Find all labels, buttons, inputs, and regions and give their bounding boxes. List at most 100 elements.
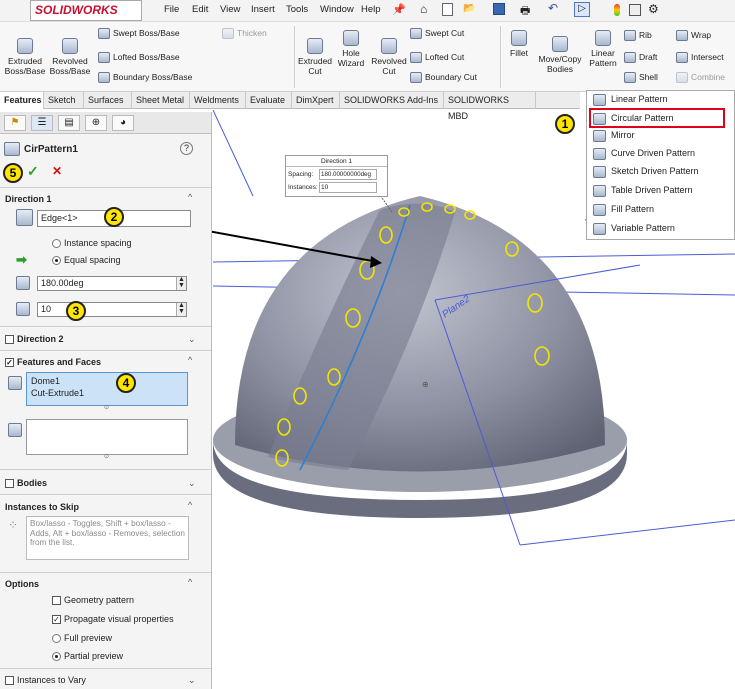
geometry-pattern-checkbox[interactable] [52, 596, 61, 606]
options-header[interactable]: Options [5, 579, 39, 589]
boundary-cut-button[interactable]: Boundary Cut [410, 72, 477, 84]
instances-to-vary-checkbox[interactable] [5, 676, 14, 686]
hole-wizard-button[interactable]: Hole Wizard [334, 30, 368, 68]
list-item[interactable]: Dome1 [31, 376, 60, 386]
tab-solidworks-mbd[interactable]: SOLIDWORKS MBD [444, 92, 536, 121]
dimxpert-manager-tab[interactable]: ⊕ [85, 115, 107, 131]
file-properties-icon[interactable] [629, 4, 641, 16]
expand-chevron-icon[interactable]: ⌄ [188, 675, 196, 686]
intersect-button[interactable]: Intersect [676, 52, 724, 64]
cancel-button[interactable]: ✕ [52, 164, 62, 178]
partial-preview-radio[interactable] [52, 652, 61, 662]
instances-field[interactable]: 10 [37, 302, 187, 317]
propagate-visual-option[interactable]: ✓ Propagate visual properties [52, 614, 174, 625]
bodies-header[interactable]: Bodies [5, 478, 47, 489]
collapse-chevron-icon[interactable]: ^ [188, 355, 192, 365]
swept-cut-button[interactable]: Swept Cut [410, 28, 464, 40]
ok-button[interactable]: ✓ [27, 163, 39, 180]
pin-icon[interactable]: 📌 [392, 3, 406, 16]
menu-item-variable-pattern[interactable]: Variable Pattern [593, 221, 675, 237]
tab-surfaces[interactable]: Surfaces [84, 92, 132, 109]
print-icon[interactable]: 🖶 [520, 2, 530, 21]
angle-spinner[interactable]: ▲ ▼ [176, 276, 186, 290]
options-gear-icon[interactable]: ⚙ [648, 2, 659, 16]
select-icon[interactable]: ▷ [574, 2, 590, 17]
equal-spacing-option[interactable]: Equal spacing [52, 255, 121, 266]
resize-handle-icon[interactable]: ⊙ [104, 453, 109, 460]
dirbox-instances-field[interactable]: 10 [319, 182, 377, 193]
instance-spacing-radio[interactable] [52, 239, 61, 249]
solidworks-logo[interactable]: SOLIDWORKS [30, 0, 142, 21]
direction2-header[interactable]: Direction 2 [5, 334, 64, 345]
save-icon[interactable] [493, 3, 505, 15]
rebuild-icon[interactable] [614, 4, 620, 16]
revolved-boss-button[interactable]: Revolved Boss/Base [48, 38, 92, 76]
menu-tools[interactable]: Tools [286, 4, 308, 15]
menu-item-fill-pattern[interactable]: Fill Pattern [593, 202, 654, 218]
help-icon[interactable]: ? [180, 142, 193, 155]
boundary-boss-button[interactable]: Boundary Boss/Base [98, 72, 192, 84]
menu-item-linear-pattern[interactable]: Linear Pattern [593, 92, 668, 108]
menu-item-sketch-driven-pattern[interactable]: Sketch Driven Pattern [593, 164, 699, 180]
menu-view[interactable]: View [220, 4, 240, 15]
menu-help[interactable]: Help [361, 4, 381, 15]
features-faces-checkbox[interactable]: ✓ [5, 358, 14, 368]
fillet-button[interactable]: Fillet [504, 30, 534, 58]
partial-preview-option[interactable]: Partial preview [52, 651, 123, 662]
full-preview-option[interactable]: Full preview [52, 633, 112, 644]
move-copy-bodies-button[interactable]: Move/Copy Bodies [535, 36, 585, 74]
extruded-boss-button[interactable]: Extruded Boss/Base [4, 38, 46, 76]
tab-features[interactable]: Features [0, 92, 44, 109]
expand-chevron-icon[interactable]: ⌄ [188, 334, 196, 345]
configuration-manager-tab[interactable]: ▤ [58, 115, 80, 131]
wrap-button[interactable]: Wrap [676, 30, 711, 42]
direction1-header[interactable]: Direction 1 [5, 194, 52, 204]
dirbox-spacing-field[interactable]: 180.00000000deg [319, 169, 377, 180]
linear-pattern-button[interactable]: Linear Pattern [586, 30, 620, 68]
faces-list[interactable] [26, 419, 188, 455]
tab-evaluate[interactable]: Evaluate [246, 92, 292, 109]
rib-button[interactable]: Rib [624, 30, 652, 42]
features-list[interactable]: Dome1 Cut-Extrude1 [26, 372, 188, 406]
equal-spacing-radio[interactable] [52, 256, 61, 266]
combine-button[interactable]: Combine [676, 72, 725, 84]
tab-dimxpert[interactable]: DimXpert [292, 92, 340, 109]
shell-button[interactable]: Shell [624, 72, 658, 84]
angle-field[interactable]: 180.00deg [37, 276, 187, 291]
tab-sheet-metal[interactable]: Sheet Metal [132, 92, 190, 109]
collapse-chevron-icon[interactable]: ^ [188, 192, 192, 202]
direction-callout-box[interactable]: Direction 1 Spacing: 180.00000000deg Ins… [285, 155, 388, 197]
direction2-checkbox[interactable] [5, 335, 14, 345]
instances-spinner[interactable]: ▲ ▼ [176, 302, 186, 316]
swept-boss-button[interactable]: Swept Boss/Base [98, 28, 180, 40]
revolved-cut-button[interactable]: Revolved Cut [370, 38, 408, 76]
instances-to-vary-header[interactable]: Instances to Vary [5, 675, 86, 686]
new-document-icon[interactable] [442, 3, 453, 16]
expand-chevron-icon[interactable]: ⌄ [188, 478, 196, 489]
menu-item-curve-driven-pattern[interactable]: Curve Driven Pattern [593, 146, 695, 162]
thicken-button[interactable]: Thicken [222, 28, 267, 40]
menu-edit[interactable]: Edit [192, 4, 208, 15]
full-preview-radio[interactable] [52, 634, 61, 644]
undo-icon[interactable]: ↶ [548, 1, 558, 15]
menu-item-mirror[interactable]: Mirror [593, 128, 635, 144]
instances-to-skip-header[interactable]: Instances to Skip [5, 502, 79, 512]
menu-insert[interactable]: Insert [251, 4, 275, 15]
draft-button[interactable]: Draft [624, 52, 657, 64]
menu-file[interactable]: File [164, 4, 179, 15]
geometry-pattern-option[interactable]: Geometry pattern [52, 595, 134, 606]
home-icon[interactable]: ⌂ [420, 2, 427, 16]
tab-weldments[interactable]: Weldments [190, 92, 246, 109]
resize-handle-icon[interactable]: ⊙ [104, 404, 109, 411]
collapse-chevron-icon[interactable]: ^ [188, 577, 192, 587]
instance-spacing-option[interactable]: Instance spacing [52, 238, 132, 249]
display-manager-tab[interactable]: ◕ [112, 115, 134, 131]
lofted-cut-button[interactable]: Lofted Cut [410, 52, 464, 64]
menu-window[interactable]: Window [320, 4, 354, 15]
open-icon[interactable]: 📂 [463, 3, 475, 14]
list-item[interactable]: Cut-Extrude1 [31, 388, 84, 398]
collapse-chevron-icon[interactable]: ^ [188, 500, 192, 510]
tab-solidworks-add-ins[interactable]: SOLIDWORKS Add-Ins [340, 92, 444, 109]
pattern-axis-icon[interactable] [16, 209, 33, 226]
tab-sketch[interactable]: Sketch [44, 92, 84, 109]
